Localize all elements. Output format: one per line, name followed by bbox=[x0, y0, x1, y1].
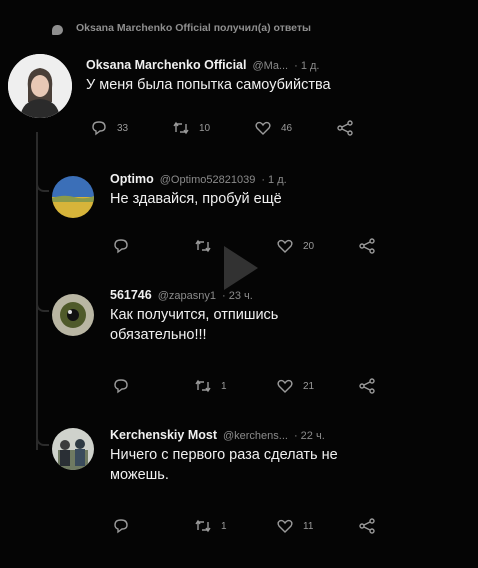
avatar[interactable] bbox=[8, 54, 72, 118]
tweet-text-line: Ничего с первого раза сделать не bbox=[110, 447, 338, 463]
tweet-time: · 22 ч. bbox=[293, 430, 325, 442]
reply-button[interactable] bbox=[112, 238, 194, 254]
retweet-icon bbox=[173, 121, 189, 135]
like-icon bbox=[277, 519, 293, 533]
reply-button[interactable] bbox=[112, 518, 194, 534]
reply-icon bbox=[114, 519, 128, 534]
reply-icon bbox=[114, 379, 128, 394]
like-button[interactable]: 20 bbox=[276, 238, 358, 254]
tweet[interactable]: Kerchenskiy Most @kerchens... · 22 ч. Ни… bbox=[110, 428, 466, 485]
retweet-icon bbox=[195, 519, 211, 533]
retweet-icon bbox=[195, 239, 211, 253]
like-count: 21 bbox=[303, 380, 315, 392]
avatar-portrait-icon bbox=[8, 54, 72, 118]
reply-count: 33 bbox=[117, 122, 129, 134]
author-name[interactable]: Kerchenskiy Most bbox=[110, 428, 217, 442]
retweet-count: 10 bbox=[199, 122, 211, 134]
like-count: 11 bbox=[303, 520, 314, 532]
author-handle[interactable]: @Ma... bbox=[252, 60, 288, 72]
tweet-time: · 1 д. bbox=[294, 60, 320, 72]
share-button[interactable] bbox=[336, 120, 354, 136]
like-button[interactable]: 21 bbox=[276, 378, 358, 394]
tweet-text: У меня была попытка самоубийства bbox=[86, 77, 331, 93]
tweet-text-line: Как получится, отпишись bbox=[110, 307, 279, 323]
like-button[interactable]: 11 bbox=[276, 518, 358, 534]
tweet-text-line: обязательно!!! bbox=[110, 327, 207, 343]
retweet-count: 1 bbox=[221, 380, 227, 392]
author-name[interactable]: Optimo bbox=[110, 172, 154, 186]
retweet-button[interactable]: 1 bbox=[194, 518, 276, 534]
tweet-text-line: можешь. bbox=[110, 467, 169, 483]
thread-branch bbox=[36, 160, 49, 192]
reply-button[interactable] bbox=[112, 378, 194, 394]
share-icon bbox=[359, 518, 375, 534]
tweet[interactable]: Oksana Marchenko Official @Ma... · 1 д. … bbox=[86, 58, 466, 95]
like-icon bbox=[277, 239, 293, 253]
share-button[interactable] bbox=[358, 518, 376, 534]
tweet[interactable]: Optimo @Optimo52821039 · 1 д. Не здавайс… bbox=[110, 172, 466, 209]
author-name[interactable]: 561746 bbox=[110, 288, 152, 302]
like-button[interactable]: 46 bbox=[254, 120, 336, 136]
share-icon bbox=[359, 238, 375, 254]
avatar-eye-icon bbox=[52, 294, 94, 336]
avatar[interactable] bbox=[52, 428, 94, 470]
like-count: 46 bbox=[281, 122, 293, 134]
tweet-text: Не здавайся, пробуй ещё bbox=[110, 191, 282, 207]
avatar[interactable] bbox=[52, 176, 94, 218]
like-count: 20 bbox=[303, 240, 315, 252]
share-icon bbox=[359, 378, 375, 394]
share-button[interactable] bbox=[358, 238, 376, 254]
reply-button[interactable]: 33 bbox=[90, 120, 172, 136]
tweet-text: Как получится, отпишись обязательно!!! bbox=[110, 305, 466, 345]
author-handle[interactable]: @kerchens... bbox=[223, 430, 288, 442]
avatar-flag-landscape-icon bbox=[52, 176, 94, 218]
like-icon bbox=[255, 121, 271, 135]
retweet-button[interactable]: 1 bbox=[194, 378, 276, 394]
retweet-button[interactable]: 10 bbox=[172, 120, 254, 136]
tweet-actions: 1 21 bbox=[112, 378, 422, 394]
author-handle[interactable]: @Optimo52821039 bbox=[160, 174, 256, 186]
tweet-actions: 20 bbox=[112, 238, 422, 254]
reply-icon bbox=[114, 239, 128, 254]
author-name[interactable]: Oksana Marchenko Official bbox=[86, 58, 246, 72]
retweet-icon bbox=[195, 379, 211, 393]
tweet-actions: 1 11 bbox=[112, 518, 422, 534]
reply-notice: Oksana Marchenko Official получил(а) отв… bbox=[58, 22, 311, 34]
play-icon[interactable] bbox=[224, 246, 258, 290]
avatar-people-icon bbox=[52, 428, 94, 470]
avatar[interactable] bbox=[52, 294, 94, 336]
tweet-actions: 33 10 46 bbox=[90, 120, 410, 136]
tweet-time: · 23 ч. bbox=[221, 290, 253, 302]
author-handle[interactable]: @zapasny1 bbox=[158, 290, 216, 302]
share-button[interactable] bbox=[358, 378, 376, 394]
reply-notice-text: Oksana Marchenko Official получил(а) отв… bbox=[76, 22, 311, 34]
tweet-time: · 1 д. bbox=[261, 174, 287, 186]
retweet-count: 1 bbox=[221, 520, 227, 532]
like-icon bbox=[277, 379, 293, 393]
thread-branch bbox=[36, 280, 49, 312]
thread-branch bbox=[36, 414, 49, 446]
tweet[interactable]: 561746 @zapasny1 · 23 ч. Как получится, … bbox=[110, 288, 466, 345]
reply-icon bbox=[92, 121, 106, 136]
tweet-text: Ничего с первого раза сделать не можешь. bbox=[110, 445, 466, 485]
share-icon bbox=[337, 120, 353, 136]
